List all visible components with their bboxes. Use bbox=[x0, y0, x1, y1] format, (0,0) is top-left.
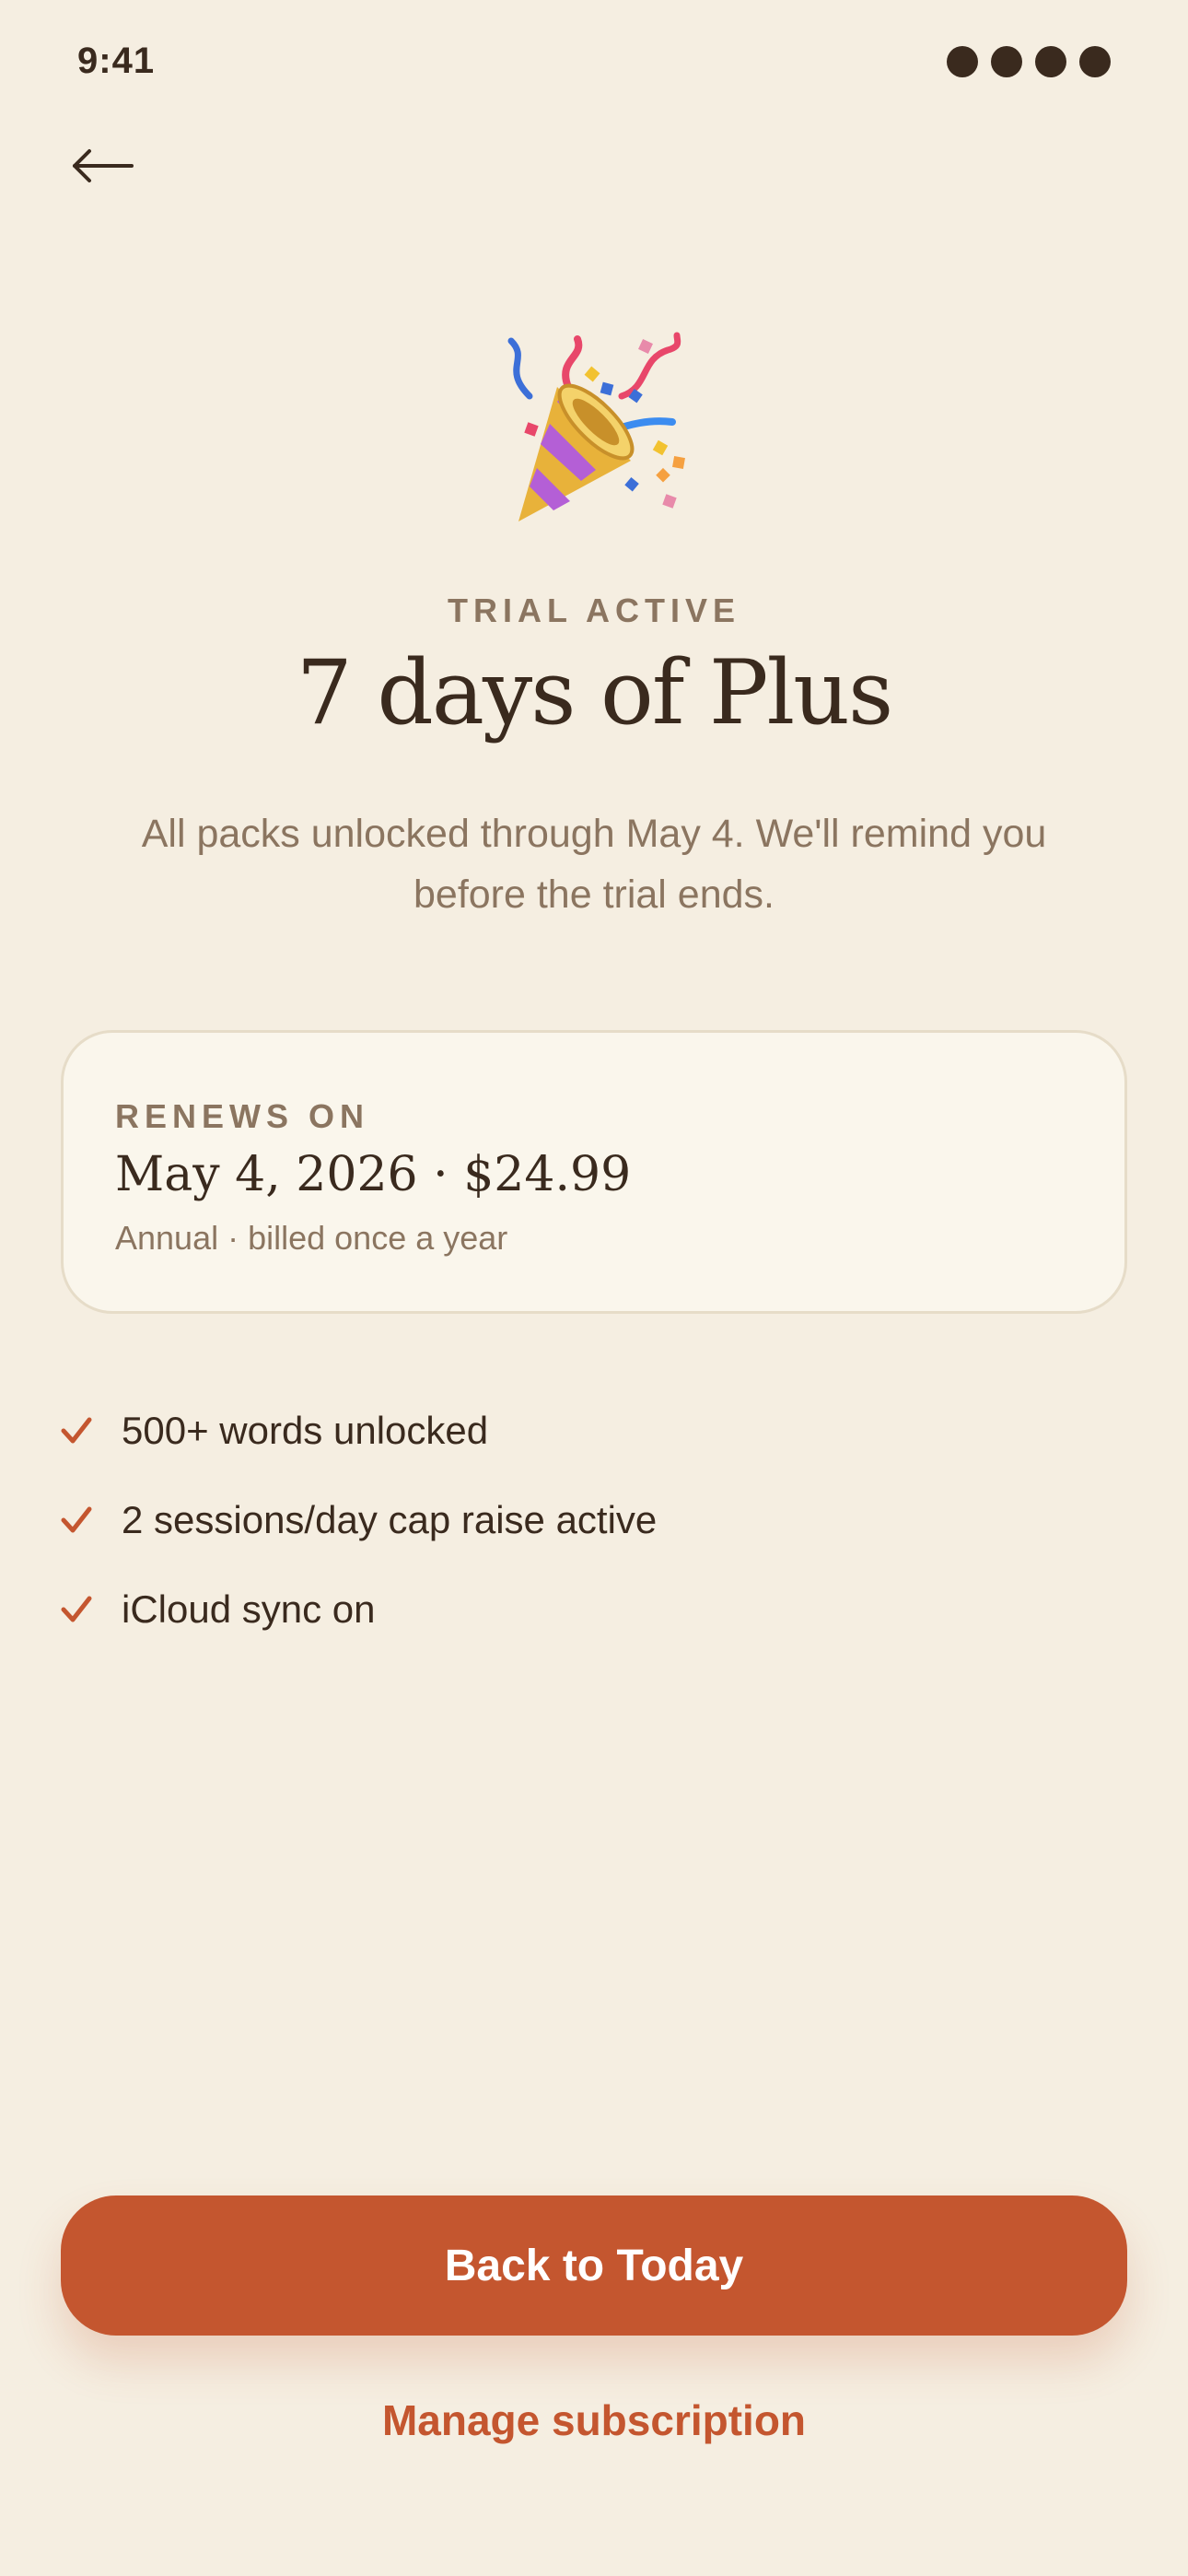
checkmark-icon bbox=[61, 1417, 92, 1443]
status-time: 9:41 bbox=[77, 41, 156, 81]
status-dot-icon bbox=[947, 46, 978, 77]
page-title: 7 days of Plus bbox=[296, 641, 894, 744]
status-bar: 9:41 bbox=[0, 0, 1188, 120]
status-dot-icon bbox=[991, 46, 1022, 77]
feature-label: 500+ words unlocked bbox=[122, 1408, 489, 1452]
trial-description: All packs unlocked through May 4. We'll … bbox=[141, 812, 1047, 917]
list-item: iCloud sync on bbox=[61, 1564, 1127, 1654]
back-button[interactable] bbox=[66, 129, 140, 203]
status-indicators bbox=[947, 46, 1111, 77]
billing-period: Annual · billed once a year bbox=[115, 1219, 508, 1257]
back-to-today-button[interactable]: Back to Today bbox=[61, 2195, 1127, 2336]
checkmark-icon bbox=[61, 1506, 92, 1532]
list-item: 500+ words unlocked bbox=[61, 1386, 1127, 1475]
renewal-label: RENEWS ON bbox=[115, 1097, 370, 1135]
status-dot-icon bbox=[1079, 46, 1111, 77]
trial-status-label: TRIAL ACTIVE bbox=[447, 591, 740, 629]
manage-subscription-link[interactable]: Manage subscription bbox=[0, 2395, 1188, 2445]
feature-label: iCloud sync on bbox=[122, 1587, 376, 1631]
checkmark-icon bbox=[61, 1596, 92, 1622]
feature-list: 500+ words unlocked 2 sessions/day cap r… bbox=[61, 1386, 1127, 1654]
status-dot-icon bbox=[1035, 46, 1066, 77]
list-item: 2 sessions/day cap raise active bbox=[61, 1475, 1127, 1564]
renewal-date-price: May 4, 2026 · $24.99 bbox=[115, 1147, 632, 1202]
feature-label: 2 sessions/day cap raise active bbox=[122, 1497, 658, 1541]
arrow-left-icon bbox=[73, 149, 134, 182]
party-popper-icon bbox=[507, 332, 685, 521]
renewal-card: RENEWS ON May 4, 2026 · $24.99 Annual · … bbox=[61, 1030, 1127, 1314]
